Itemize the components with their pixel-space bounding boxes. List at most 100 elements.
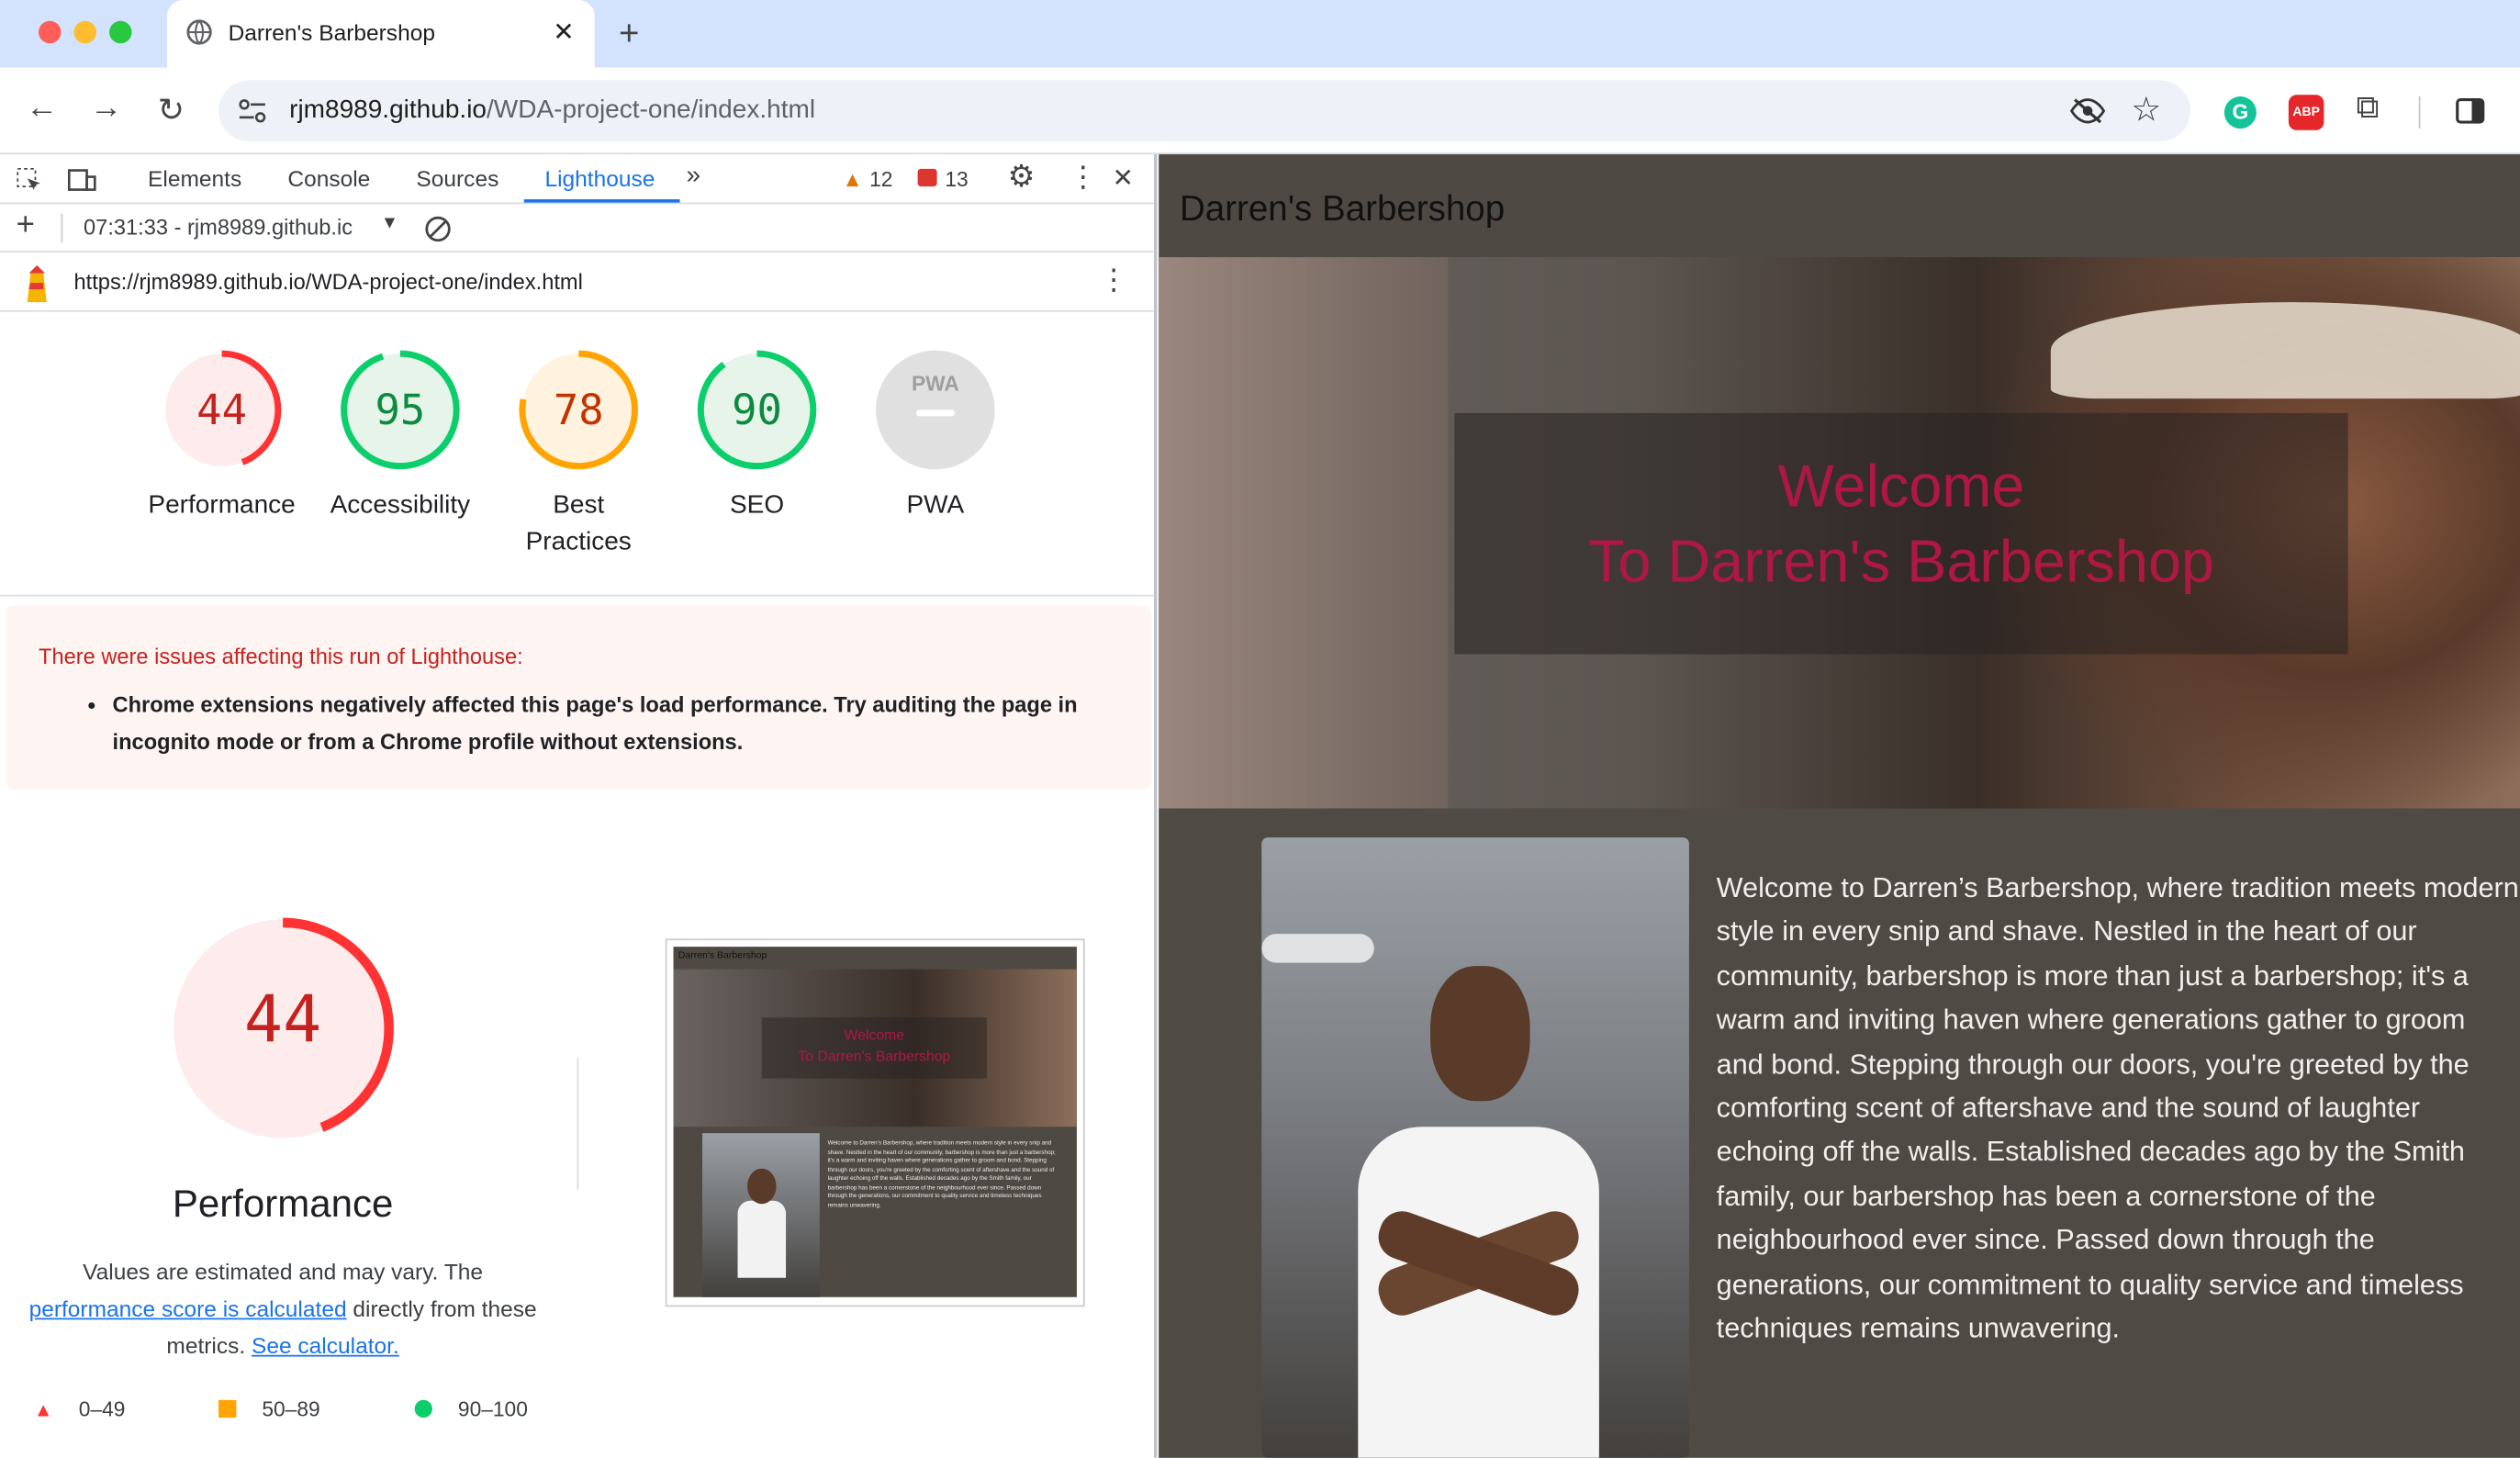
active-tab-indicator xyxy=(523,199,680,203)
tab-strip: Darren's Barbershop ✕ + xyxy=(0,0,2520,68)
inspect-element-icon[interactable] xyxy=(17,167,42,193)
best-practices-label: Best Practices xyxy=(525,491,632,556)
thumbnail-page: Darren's Barbershop Welcome To Darren's B… xyxy=(673,947,1077,1297)
reload-button[interactable]: ↻ xyxy=(158,90,185,130)
report-url: https://rjm8989.github.io/WDA-project-on… xyxy=(73,270,583,295)
clear-reports-icon[interactable] xyxy=(424,216,452,243)
performance-description: Values are estimated and may vary. The p… xyxy=(28,1258,537,1359)
fail-triangle-icon: ▲ xyxy=(33,1398,53,1421)
thumbnail-welcome: Welcome To Darren's Barbershop xyxy=(761,1017,987,1079)
minimize-window-button[interactable] xyxy=(73,20,97,44)
more-tabs-icon[interactable]: » xyxy=(687,163,701,192)
divider xyxy=(61,213,63,243)
browser-toolbar: ← → ↻ rjm8989.github.io/WDA-project-one/… xyxy=(0,67,2520,155)
about-paragraph: Welcome to Darren’s Barbershop, where tr… xyxy=(1716,870,2519,1344)
devtools-tabbar: Elements Console Sources Lighthouse » ▲ … xyxy=(0,154,1154,205)
bookmark-star-icon[interactable]: ☆ xyxy=(2131,90,2161,130)
extensions-puzzle-icon[interactable]: ⧉ xyxy=(2356,90,2379,127)
more-options-icon[interactable]: ⋮ xyxy=(1069,161,1098,195)
eye-off-icon[interactable] xyxy=(2069,96,2106,126)
gauge-best-practices[interactable]: 78 Best Practices xyxy=(518,349,640,561)
side-panel-icon[interactable] xyxy=(2456,97,2485,124)
legend-average: 50–89 xyxy=(262,1396,320,1421)
head xyxy=(1430,966,1530,1102)
toolbar-divider xyxy=(2418,96,2421,129)
forward-button[interactable]: → xyxy=(90,90,122,127)
adblock-extension-icon[interactable]: ABP xyxy=(2288,95,2324,130)
mirror-lights xyxy=(1261,934,1374,963)
pass-circle-icon xyxy=(414,1399,432,1419)
thumbnail-title: Darren's Barbershop xyxy=(678,951,767,961)
report-toolbar: + 07:31:33 - rjm8989.github.ic ▼ xyxy=(0,204,1154,252)
maximize-window-button[interactable] xyxy=(109,20,132,44)
lighthouse-logo-icon xyxy=(27,264,47,303)
seo-score: 90 xyxy=(732,387,782,436)
web-page-viewport: Darren's Barbershop Welcome To Darren's … xyxy=(1159,154,2520,1458)
gauge-performance[interactable]: 44 Performance xyxy=(148,349,296,524)
tab-lighthouse[interactable]: Lighthouse xyxy=(544,165,655,191)
welcome-line-2: To Darren's Barbershop xyxy=(1587,528,2215,595)
browser-tab[interactable]: Darren's Barbershop ✕ xyxy=(167,0,595,68)
globe-icon xyxy=(186,19,212,45)
address-bar[interactable]: rjm8989.github.io/WDA-project-one/index.… xyxy=(218,80,2191,142)
divider xyxy=(0,594,1154,597)
thumbnail-hero: Welcome To Darren's Barbershop xyxy=(673,969,1077,1127)
settings-gear-icon[interactable]: ⚙ xyxy=(1008,159,1036,196)
thumbnail-text: Welcome to Darren’s Barbershop, where tr… xyxy=(827,1139,1056,1208)
hero-banner: Welcome To Darren's Barbershop xyxy=(1159,257,2520,809)
grammarly-extension-icon[interactable]: G xyxy=(2223,96,2257,129)
lighthouse-warning-box: There were issues affecting this run of … xyxy=(6,605,1151,790)
gauge-accessibility[interactable]: 95 Accessibility xyxy=(330,349,470,524)
accessibility-label: Accessibility xyxy=(330,491,471,520)
hat-shape xyxy=(2050,302,2520,399)
error-icon xyxy=(917,168,937,187)
report-url-bar: https://rjm8989.github.io/WDA-project-on… xyxy=(0,254,1154,312)
thumbnail-photo xyxy=(702,1133,820,1297)
about-section: Welcome to Darren’s Barbershop, where tr… xyxy=(1159,808,2520,1458)
back-button[interactable]: ← xyxy=(26,90,58,127)
warning-count[interactable]: 12 xyxy=(869,167,892,191)
warning-icon: ▲ xyxy=(842,167,863,192)
welcome-box: Welcome To Darren's Barbershop xyxy=(1454,412,2348,655)
report-select[interactable]: 07:31:33 - rjm8989.github.ic xyxy=(84,216,353,240)
legend-pass: 90–100 xyxy=(457,1396,528,1421)
report-menu-icon[interactable]: ⋮ xyxy=(1099,264,1128,297)
gauge-pwa[interactable]: PWA PWA xyxy=(874,349,996,524)
gauge-seo[interactable]: 90 SEO xyxy=(696,349,818,524)
hero-left-shade xyxy=(1159,257,1449,809)
pwa-badge-icon: PWA xyxy=(876,350,995,470)
best-practices-score: 78 xyxy=(553,387,604,436)
site-settings-icon[interactable] xyxy=(238,98,267,124)
performance-label: Performance xyxy=(148,491,296,520)
error-count[interactable]: 13 xyxy=(945,167,968,191)
device-toolbar-icon[interactable] xyxy=(67,167,97,193)
pwa-label: PWA xyxy=(906,491,965,520)
tab-console[interactable]: Console xyxy=(287,165,370,191)
see-calculator-link[interactable]: See calculator. xyxy=(252,1332,399,1358)
url-text: rjm8989.github.io/WDA-project-one/index.… xyxy=(289,96,816,124)
close-devtools-icon[interactable]: ✕ xyxy=(1112,163,1133,195)
accessibility-score: 95 xyxy=(375,387,426,436)
devtools-panel: Elements Console Sources Lighthouse » ▲ … xyxy=(0,154,1158,1458)
average-square-icon xyxy=(218,1399,237,1419)
svg-text:PWA: PWA xyxy=(912,371,959,395)
close-window-button[interactable] xyxy=(39,20,62,44)
vertical-divider xyxy=(577,1057,579,1190)
new-report-button[interactable]: + xyxy=(17,207,35,244)
score-calculated-link[interactable]: performance score is calculated xyxy=(29,1295,347,1321)
tab-sources[interactable]: Sources xyxy=(416,165,498,191)
seo-label: SEO xyxy=(729,491,785,520)
dropdown-arrow-icon[interactable]: ▼ xyxy=(381,214,398,233)
warning-item: Chrome extensions negatively affected th… xyxy=(113,687,1126,761)
performance-score: 44 xyxy=(196,387,247,436)
tab-title: Darren's Barbershop xyxy=(228,19,435,46)
performance-big-score: 44 xyxy=(243,983,322,1058)
warning-title: There were issues affecting this run of … xyxy=(39,645,523,669)
new-tab-button[interactable]: + xyxy=(619,13,640,55)
close-tab-icon[interactable]: ✕ xyxy=(553,17,574,49)
legend-fail: 0–49 xyxy=(78,1396,126,1421)
barber-photo xyxy=(1261,837,1689,1458)
page-screenshot-thumbnail[interactable]: Darren's Barbershop Welcome To Darren's B… xyxy=(665,938,1085,1307)
welcome-line-1: Welcome xyxy=(1777,453,2025,520)
tab-elements[interactable]: Elements xyxy=(148,165,241,191)
